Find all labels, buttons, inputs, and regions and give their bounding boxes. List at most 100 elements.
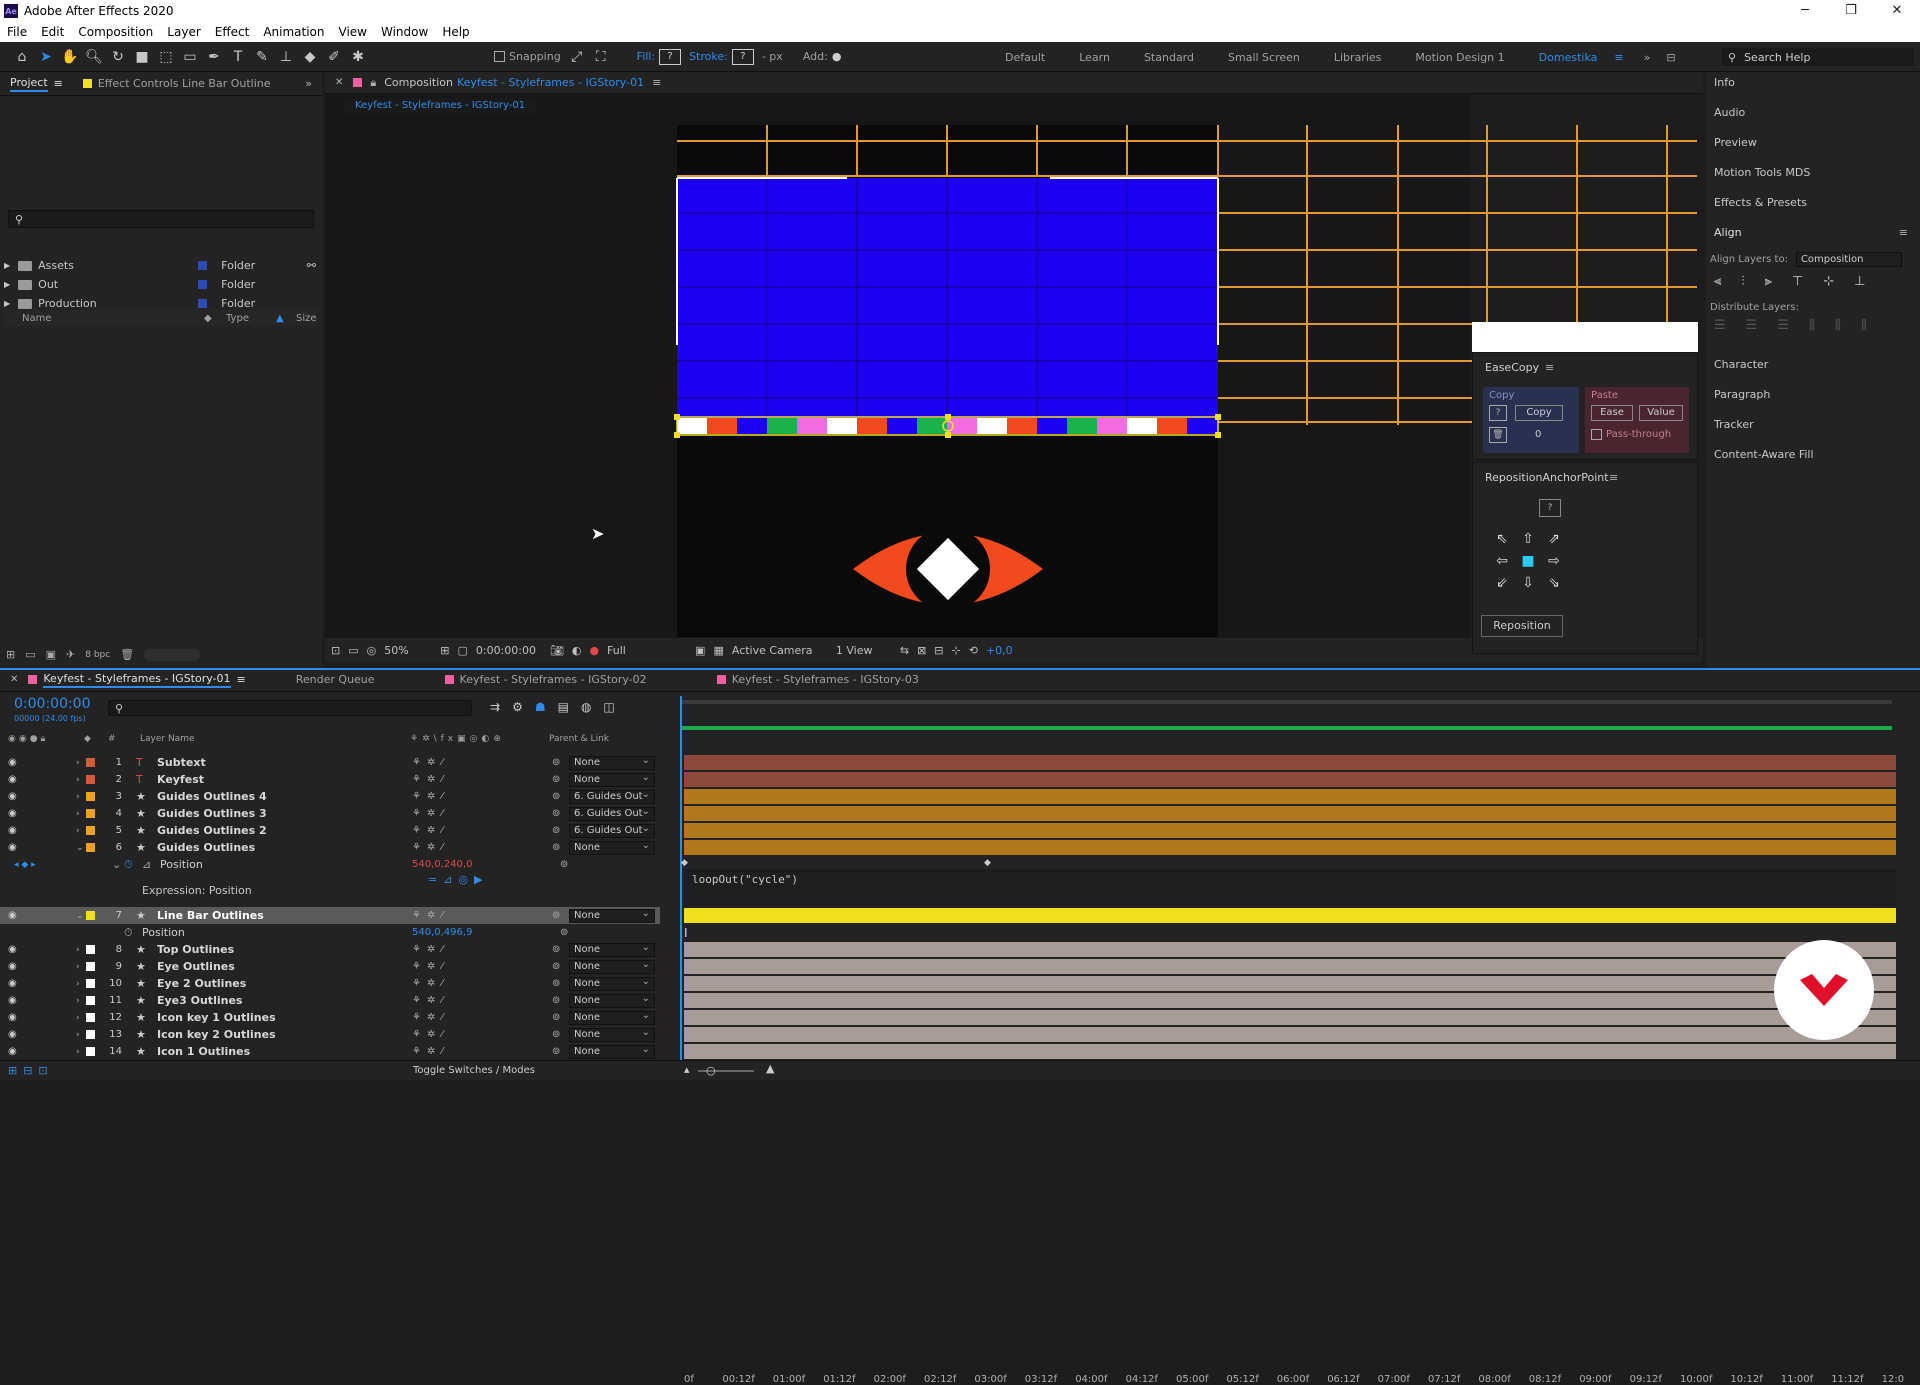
add-menu-icon[interactable]: ● bbox=[832, 50, 842, 63]
layer-duration-bar[interactable] bbox=[684, 908, 1896, 923]
workspace-small-screen[interactable]: Small Screen bbox=[1211, 51, 1317, 64]
stopwatch-icon[interactable]: ⏱ bbox=[124, 858, 133, 872]
panel-menu-icon[interactable]: ≡ bbox=[237, 673, 246, 686]
layer-row[interactable]: ◉ › 12 ★ Icon key 1 Outlines ⚘✲⁄ ⊚ None bbox=[0, 1009, 678, 1026]
menu-help[interactable]: Help bbox=[435, 25, 476, 39]
eye-shape[interactable] bbox=[853, 527, 1043, 611]
workspace-overflow-icon[interactable]: » bbox=[1634, 51, 1661, 64]
close-tab-icon[interactable]: ✕ bbox=[335, 77, 343, 88]
zoom-slider-handle[interactable]: ○ bbox=[706, 1064, 716, 1077]
roto-brush-tool-icon[interactable]: ✐ bbox=[322, 45, 346, 69]
expand-arrow-icon[interactable]: › bbox=[76, 1047, 80, 1057]
close-button[interactable]: ✕ bbox=[1874, 0, 1920, 22]
new-composition-icon[interactable]: ▣ bbox=[46, 648, 56, 661]
snapshot-icon[interactable]: 📷︎ bbox=[550, 644, 564, 657]
layer-switches-icons[interactable]: ⚘✲⁄ bbox=[412, 808, 449, 819]
layer-duration-bar[interactable] bbox=[684, 823, 1896, 838]
tab-project[interactable]: Project ≡ bbox=[0, 72, 73, 96]
layer-switches-icons[interactable]: ⚘✲⁄ bbox=[412, 757, 449, 768]
visibility-eye-icon[interactable]: ◉ bbox=[8, 774, 17, 785]
layer-row[interactable]: ◉ ⌄ 6 ★ Guides Outlines ⚘✲⁄ ⊚ None bbox=[0, 839, 678, 856]
playhead[interactable] bbox=[680, 696, 682, 1080]
floating-panel-titlebar[interactable] bbox=[1472, 322, 1698, 352]
layer-duration-bar[interactable] bbox=[684, 772, 1896, 787]
anchor-right-icon[interactable]: ⇨ bbox=[1541, 553, 1567, 569]
passthrough-checkbox[interactable] bbox=[1591, 429, 1602, 440]
bpc-toggle[interactable]: 8 bpc bbox=[85, 650, 110, 660]
expand-arrow-icon[interactable]: › bbox=[76, 758, 80, 768]
pickwhip-icon[interactable]: ⊚ bbox=[552, 842, 560, 853]
parent-select[interactable]: None bbox=[569, 976, 655, 991]
monitor-icon[interactable]: ▭ bbox=[348, 644, 358, 657]
layer-row[interactable]: ◉ › 2 T Keyfest ⚘✲⁄ ⊚ None bbox=[0, 771, 678, 788]
parent-select[interactable]: 6. Guides Out bbox=[569, 789, 655, 804]
exposure-value[interactable]: +0,0 bbox=[986, 644, 1013, 657]
align-hcenter-icon[interactable]: ⫶ bbox=[1741, 274, 1744, 289]
layer-duration-bar[interactable] bbox=[684, 1027, 1896, 1042]
stroke-width[interactable]: - px bbox=[758, 50, 787, 63]
menu-file[interactable]: File bbox=[0, 25, 34, 39]
minimize-button[interactable]: ─ bbox=[1782, 0, 1828, 22]
breadcrumb[interactable]: Keyfest - Styleframes - IGStory-01 bbox=[343, 98, 538, 114]
close-tab-icon[interactable]: ✕ bbox=[10, 674, 18, 685]
keyframe-nav-icons[interactable]: ◂ ◆ ▸ bbox=[14, 860, 36, 870]
visibility-eye-icon[interactable]: ◉ bbox=[8, 791, 17, 802]
workspace-libraries[interactable]: Libraries bbox=[1317, 51, 1399, 64]
layer-duration-bar[interactable] bbox=[684, 959, 1896, 974]
anchor-bottom-right-icon[interactable]: ⇘ bbox=[1541, 575, 1567, 591]
composition-canvas[interactable] bbox=[674, 125, 1697, 637]
snapping-toggle[interactable]: Snapping bbox=[490, 50, 565, 63]
toggle-switches-modes[interactable]: Toggle Switches / Modes bbox=[413, 1065, 535, 1076]
expand-arrow-icon[interactable]: ▶ bbox=[4, 299, 10, 308]
layer-name[interactable]: Guides Outlines bbox=[157, 841, 255, 854]
layer-duration-bar[interactable] bbox=[684, 1010, 1896, 1025]
distribute-bottom-icon[interactable]: ☰ bbox=[1777, 318, 1789, 333]
always-preview-icon[interactable]: ⊡ bbox=[331, 644, 340, 657]
col-name[interactable]: Name bbox=[22, 313, 204, 324]
layer-switches-icons[interactable]: ⚘✲⁄ bbox=[412, 774, 449, 785]
frame-blending-icon[interactable]: ▤ bbox=[558, 700, 569, 714]
anchor-top-icon[interactable]: ⇧ bbox=[1515, 531, 1541, 547]
vr-icon[interactable]: ◎ bbox=[367, 644, 377, 657]
pickwhip-icon[interactable]: ⊚ bbox=[552, 978, 560, 989]
visibility-eye-icon[interactable]: ◉ bbox=[8, 757, 17, 768]
reposition-help-button[interactable]: ? bbox=[1539, 499, 1561, 517]
timeline-timecode[interactable]: 0:00:00:00 bbox=[14, 696, 91, 712]
layer-label-swatch[interactable] bbox=[86, 1047, 95, 1056]
current-time-field[interactable]: 0:00:00:00 bbox=[476, 644, 542, 657]
layer-name[interactable]: Eye Outlines bbox=[157, 960, 235, 973]
expression-editor[interactable] bbox=[684, 869, 1896, 907]
home-icon[interactable]: ⌂ bbox=[10, 45, 34, 69]
align-left-icon[interactable]: ⫷ bbox=[1714, 274, 1721, 289]
distribute-vcenter-icon[interactable]: ☰ bbox=[1746, 318, 1758, 333]
expand-arrow-icon[interactable]: › bbox=[76, 792, 80, 802]
camera-tool-icon[interactable]: ■ bbox=[130, 45, 154, 69]
layer-name[interactable]: Guides Outlines 4 bbox=[157, 790, 267, 803]
snapping-checkbox[interactable] bbox=[494, 51, 505, 62]
color-bar-shape[interactable] bbox=[674, 414, 1221, 438]
region-icon[interactable]: ▢ bbox=[457, 644, 467, 657]
layer-label-swatch[interactable] bbox=[86, 962, 95, 971]
label-swatch[interactable] bbox=[198, 299, 208, 308]
layer-switches-icons[interactable]: ⚘✲⁄ bbox=[412, 910, 449, 921]
layer-label-swatch[interactable] bbox=[86, 809, 95, 818]
project-item-out[interactable]: ▶ Out Folder bbox=[4, 275, 318, 294]
panel-align[interactable]: Align bbox=[1714, 226, 1742, 239]
eraser-tool-icon[interactable]: ◆ bbox=[298, 45, 322, 69]
align-right-icon[interactable]: ⫸ bbox=[1765, 274, 1772, 289]
layer-name[interactable]: Guides Outlines 3 bbox=[157, 807, 267, 820]
expand-arrow-icon[interactable]: › bbox=[76, 1013, 80, 1023]
safe-zones-icon[interactable]: ⊞ bbox=[440, 644, 449, 657]
workspace-default[interactable]: Default bbox=[988, 51, 1062, 64]
type-tool-icon[interactable]: T bbox=[226, 45, 250, 69]
expand-arrow-icon[interactable]: › bbox=[76, 809, 80, 819]
paste-value-button[interactable]: Value bbox=[1639, 405, 1683, 421]
label-tag-icon[interactable]: ◆ bbox=[204, 313, 226, 324]
transparency-grid-icon[interactable]: ▦ bbox=[713, 644, 723, 657]
layer-label-swatch[interactable] bbox=[86, 843, 95, 852]
workspace-standard[interactable]: Standard bbox=[1127, 51, 1211, 64]
menu-view[interactable]: View bbox=[332, 25, 374, 39]
layer-duration-bar[interactable] bbox=[684, 1044, 1896, 1059]
menu-edit[interactable]: Edit bbox=[34, 25, 71, 39]
tab-igstory-02[interactable]: Keyfest - Styleframes - IGStory-02 bbox=[435, 668, 657, 692]
